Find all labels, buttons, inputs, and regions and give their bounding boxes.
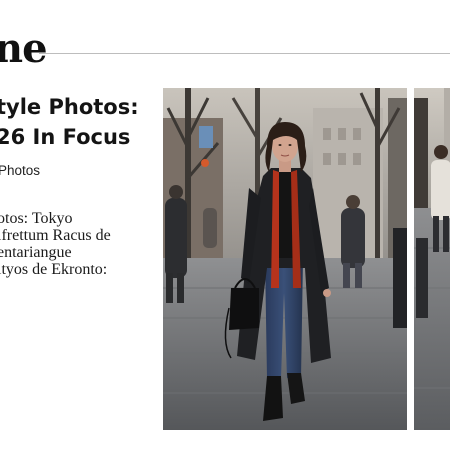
- excerpt-line-2: ifrettum Racus de: [0, 227, 111, 244]
- category-link[interactable]: Photos: [0, 163, 40, 178]
- article-excerpt: otos: Tokyo ifrettum Racus de entariangu…: [0, 210, 155, 278]
- article-headline[interactable]: tyle Photos: 26 In Focus: [0, 92, 154, 152]
- masthead: ne: [0, 20, 450, 78]
- masthead-divider: [39, 53, 450, 54]
- street-style-photo-icon: [163, 88, 407, 430]
- headline-line-1: tyle Photos:: [0, 95, 139, 119]
- article-page: ne tyle Photos: 26 In Focus Photos otos:…: [0, 0, 450, 450]
- site-logo[interactable]: ne: [0, 20, 48, 78]
- main-street-style-photo[interactable]: [163, 88, 407, 430]
- street-style-photo-icon: [414, 88, 450, 430]
- excerpt-line-3: entariangue: [0, 244, 72, 261]
- excerpt-line-1: otos: Tokyo: [0, 210, 73, 227]
- excerpt-line-4: ityos de Ekronto:: [0, 261, 108, 278]
- side-street-style-photo[interactable]: [414, 88, 450, 430]
- headline-line-2: 26 In Focus: [0, 125, 131, 149]
